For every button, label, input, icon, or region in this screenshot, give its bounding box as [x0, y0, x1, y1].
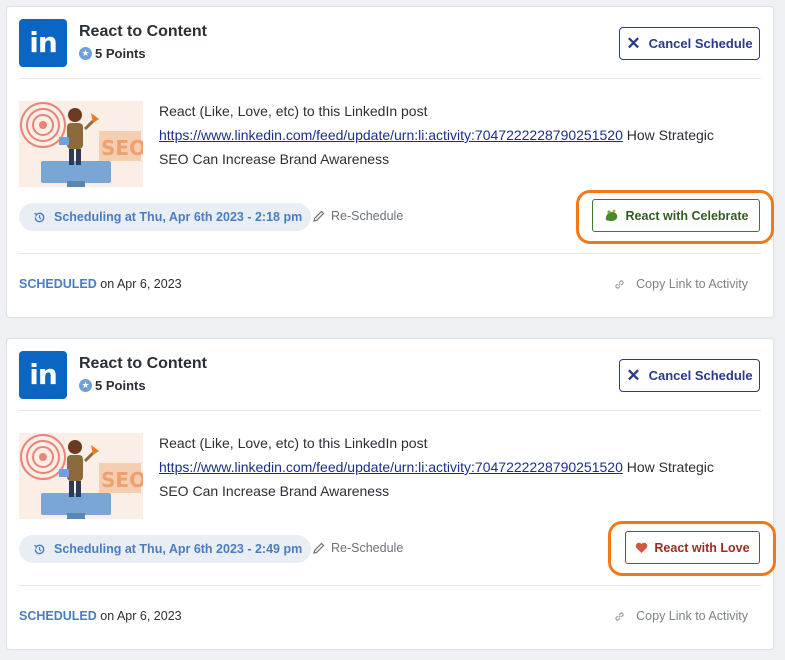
schedule-pill: Scheduling at Thu, Apr 6th 2023 - 2:18 p… [19, 203, 312, 231]
points-label: 5 Points [95, 378, 146, 393]
cancel-schedule-button[interactable]: ✕ Cancel Schedule [619, 27, 760, 60]
points-badge: ★ 5 Points [79, 46, 146, 61]
copy-link-button[interactable]: Copy Link to Activity [613, 609, 748, 623]
react-celebrate-button[interactable]: React with Celebrate [592, 199, 760, 232]
close-icon: ✕ [626, 34, 641, 53]
schedule-text: Scheduling at Thu, Apr 6th 2023 - 2:49 p… [54, 542, 303, 556]
post-description: React (Like, Love, etc) to this LinkedIn… [159, 103, 714, 167]
reschedule-link[interactable]: Re-Schedule [313, 209, 403, 223]
pencil-icon [313, 542, 325, 554]
link-icon [615, 611, 624, 621]
cancel-schedule-label: Cancel Schedule [648, 368, 753, 383]
post-link[interactable]: https://www.linkedin.com/feed/update/urn… [159, 459, 623, 475]
reschedule-label: Re-Schedule [331, 209, 404, 223]
star-icon: ★ [79, 379, 92, 392]
react-love-button[interactable]: React with Love [625, 531, 760, 564]
pencil-icon [313, 210, 325, 222]
linkedin-logo-icon: in [19, 351, 67, 399]
history-icon [34, 544, 45, 554]
post-description: React (Like, Love, etc) to this LinkedIn… [159, 435, 714, 499]
copy-link-label: Copy Link to Activity [636, 609, 748, 623]
divider [19, 78, 761, 79]
points-label: 5 Points [95, 46, 146, 61]
status-badge: SCHEDULED [19, 609, 97, 623]
activity-card: in React to Content ★ 5 Points ✕ Cancel … [6, 6, 774, 318]
activity-card: in React to Content ★ 5 Points ✕ Cancel … [6, 338, 776, 650]
heart-icon [636, 542, 648, 553]
close-icon: ✕ [626, 366, 641, 385]
card-title: React to Content [79, 355, 207, 372]
schedule-text: Scheduling at Thu, Apr 6th 2023 - 2:18 p… [54, 210, 303, 224]
status-line: SCHEDULED on Apr 6, 2023 [19, 277, 182, 291]
star-icon: ★ [79, 47, 92, 60]
divider [19, 585, 761, 586]
copy-link-label: Copy Link to Activity [636, 277, 748, 291]
post-link[interactable]: https://www.linkedin.com/feed/update/urn… [159, 127, 623, 143]
history-icon [34, 212, 45, 222]
copy-link-button[interactable]: Copy Link to Activity [613, 277, 748, 291]
divider [19, 253, 761, 254]
status-line: SCHEDULED on Apr 6, 2023 [19, 609, 182, 623]
reschedule-link[interactable]: Re-Schedule [313, 541, 403, 555]
seo-thumb-text: SEO [101, 468, 143, 492]
react-celebrate-label: React with Celebrate [625, 208, 749, 223]
points-badge: ★ 5 Points [79, 378, 146, 393]
react-love-label: React with Love [654, 540, 750, 555]
post-thumbnail: SEO [19, 433, 143, 519]
status-badge: SCHEDULED [19, 277, 97, 291]
schedule-pill: Scheduling at Thu, Apr 6th 2023 - 2:49 p… [19, 535, 312, 563]
card-title: React to Content [79, 23, 207, 40]
cancel-schedule-button[interactable]: ✕ Cancel Schedule [619, 359, 760, 392]
status-date: on Apr 6, 2023 [100, 277, 182, 291]
post-thumbnail: SEO [19, 101, 143, 187]
link-icon [615, 279, 624, 289]
divider [19, 410, 761, 411]
reschedule-label: Re-Schedule [331, 541, 404, 555]
status-date: on Apr 6, 2023 [100, 609, 182, 623]
cancel-schedule-label: Cancel Schedule [648, 36, 753, 51]
seo-thumb-text: SEO [101, 136, 143, 160]
linkedin-logo-icon: in [19, 19, 67, 67]
celebrate-icon [605, 209, 617, 221]
